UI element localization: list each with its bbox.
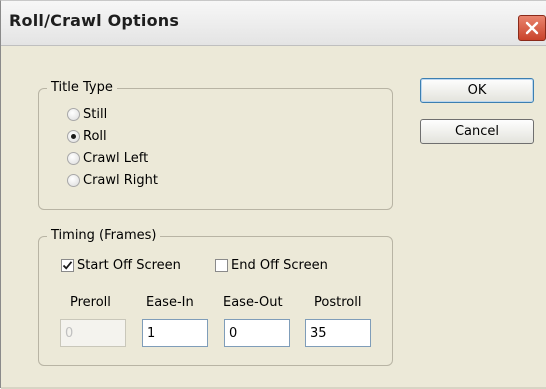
radio-crawl-right-button[interactable] xyxy=(67,173,80,187)
title-bar[interactable]: Roll/Crawl Options xyxy=(1,1,546,46)
radio-still-label: Still xyxy=(83,106,108,122)
end-off-screen-label: End Off Screen xyxy=(231,257,328,273)
radio-roll-button[interactable] xyxy=(67,129,80,143)
radio-crawl-right[interactable]: Crawl Right xyxy=(67,171,158,189)
radio-crawl-left-button[interactable] xyxy=(67,151,80,165)
postroll-input[interactable] xyxy=(305,319,371,347)
end-off-screen-checkbox[interactable]: End Off Screen xyxy=(215,256,328,274)
radio-crawl-left[interactable]: Crawl Left xyxy=(67,149,148,167)
start-off-screen-checkbox[interactable]: Start Off Screen xyxy=(61,256,181,274)
close-button[interactable] xyxy=(518,15,546,41)
window-title: Roll/Crawl Options xyxy=(9,11,180,30)
radio-crawl-right-label: Crawl Right xyxy=(83,172,158,188)
radio-crawl-left-label: Crawl Left xyxy=(83,150,149,166)
start-off-screen-box[interactable] xyxy=(61,258,74,272)
radio-roll-label: Roll xyxy=(83,128,107,144)
ease-in-label: Ease-In xyxy=(146,295,194,310)
radio-still-button[interactable] xyxy=(67,107,80,121)
end-off-screen-box[interactable] xyxy=(215,258,228,272)
timing-group: Timing (Frames) Start Off Screen End Off… xyxy=(38,228,393,366)
roll-crawl-options-dialog: Roll/Crawl Options Title Type Still Roll… xyxy=(0,0,546,389)
ease-out-input[interactable] xyxy=(224,319,290,347)
radio-roll[interactable]: Roll xyxy=(67,127,107,145)
radio-still[interactable]: Still xyxy=(67,105,107,123)
timing-legend: Timing (Frames) xyxy=(47,228,161,244)
cancel-button[interactable]: Cancel xyxy=(420,119,534,144)
title-type-group: Title Type Still Roll Crawl Left Crawl R… xyxy=(38,80,393,210)
ease-in-input[interactable] xyxy=(142,319,208,347)
start-off-screen-label: Start Off Screen xyxy=(77,257,181,273)
postroll-label: Postroll xyxy=(314,295,362,310)
preroll-label: Preroll xyxy=(70,295,111,310)
ease-out-label: Ease-Out xyxy=(223,295,283,310)
preroll-input xyxy=(60,319,126,347)
ok-button[interactable]: OK xyxy=(420,78,534,103)
title-type-legend: Title Type xyxy=(47,80,117,96)
